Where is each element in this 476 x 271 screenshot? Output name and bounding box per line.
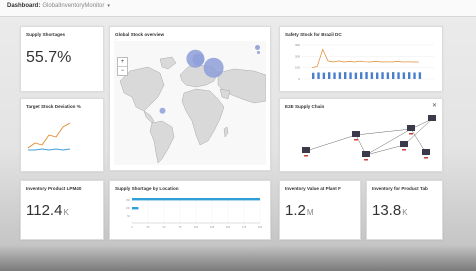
bar: [402, 72, 406, 79]
tile-title: Target Stock Deviation %: [26, 104, 81, 109]
tile-title: Supply Shortages: [26, 32, 66, 37]
dashboard-title[interactable]: Dashboard: GlobalInventoryMonitor ▾: [7, 3, 110, 9]
node-plant-icon[interactable]: [352, 131, 360, 137]
y-tick-label: 150: [126, 198, 131, 202]
world-map[interactable]: [114, 41, 266, 165]
x-tick-label: 25: [147, 225, 150, 229]
e2e-supply-chain-tile[interactable]: E2E Supply Chain ✕: [279, 98, 443, 172]
dashboard-header: Dashboard: GlobalInventoryMonitor ▾: [0, 0, 476, 17]
bar: [344, 72, 347, 79]
map-legend-swatch-large: [255, 45, 260, 50]
kpi-value: 112.4: [26, 202, 63, 219]
map-legend: [255, 45, 260, 55]
zoom-in-button[interactable]: +: [118, 58, 127, 66]
bar: [354, 72, 358, 79]
bar: [413, 72, 416, 79]
kpi-value: 1.2: [285, 202, 306, 219]
x-tick-label: 0: [131, 225, 133, 229]
y-tick-label: 50: [127, 214, 130, 218]
zoom-out-button[interactable]: −: [118, 66, 127, 75]
node-dc-icon[interactable]: [407, 125, 415, 131]
shortage-by-location-chart[interactable]: 0 25 50 75 100 125 150 175 200 150 100 50: [116, 193, 266, 235]
y-tick-label: 300: [295, 43, 300, 47]
bar: [381, 72, 384, 79]
kpi-value: 13.8: [372, 202, 402, 219]
kpi-unit: K: [63, 208, 69, 217]
bar: [349, 72, 352, 79]
bar: [322, 72, 326, 79]
bar: [370, 72, 374, 79]
bar: [392, 72, 395, 79]
map-point: [192, 53, 205, 66]
x-tick-label: 200: [258, 225, 263, 229]
tile-title: Supply Shortage by Location: [115, 186, 179, 191]
y-tick-label: 200: [295, 54, 300, 58]
location-bar: [132, 198, 260, 201]
inventory-product-tile[interactable]: Inventory Product LPM40 112.4K: [20, 180, 104, 240]
location-bar: [132, 207, 139, 210]
close-icon[interactable]: ✕: [432, 102, 437, 109]
node-dc-2-icon[interactable]: [400, 141, 408, 147]
y-tick-label: 100: [295, 66, 300, 70]
bar: [360, 72, 363, 79]
tile-title: Global Stock overview: [115, 32, 165, 37]
supply-shortage-by-location-tile[interactable]: Supply Shortage by Location 0 25 50 75 100 12…: [109, 180, 271, 240]
bar: [328, 72, 331, 79]
map-zoom-control[interactable]: + −: [117, 57, 128, 76]
tile-title: E2E Supply Chain: [285, 104, 325, 109]
map-point: [203, 57, 224, 78]
chevron-down-icon[interactable]: ▾: [107, 3, 110, 9]
bar: [317, 72, 320, 79]
x-tick-label: 75: [179, 225, 182, 229]
bar: [365, 71, 368, 79]
dashboard-name: GlobalInventoryMonitor: [42, 3, 105, 9]
bar: [338, 72, 342, 79]
tile-title: Inventory Value at Plant F: [285, 186, 341, 191]
tile-title: Inventory for Product Tab: [372, 186, 428, 191]
supply-chain-nodes: [302, 115, 436, 157]
bar: [312, 72, 315, 79]
deviation-series-line: [28, 148, 71, 151]
node-supplier-icon[interactable]: [302, 147, 310, 153]
inventory-for-product-tile[interactable]: Inventory for Product Tab 13.8K: [366, 180, 443, 240]
tile-title: Inventory Product LPM40: [26, 186, 82, 191]
target-stock-deviation-tile[interactable]: Target Stock Deviation %: [20, 98, 104, 172]
safety-stock-chart[interactable]: 0 100 200 300: [288, 41, 438, 87]
bar: [408, 72, 411, 79]
map-point: [159, 107, 166, 114]
inventory-value-tile[interactable]: Inventory Value at Plant F 1.2M: [279, 180, 361, 240]
global-stock-overview-tile[interactable]: Global Stock overview + −: [109, 26, 271, 171]
target-deviation-chart[interactable]: [27, 119, 71, 155]
bar: [333, 72, 336, 79]
supply-shortages-tile[interactable]: Supply Shortages 55.7%: [20, 26, 104, 92]
node-warehouse-icon[interactable]: [362, 151, 370, 157]
deviation-series-line: [27, 122, 71, 149]
x-tick-label: 50: [163, 225, 166, 229]
bar: [376, 72, 379, 79]
y-tick-label: 100: [126, 206, 131, 210]
y-tick-label: 0: [298, 77, 300, 81]
tile-title: Safety Stock for Brazil DC: [285, 32, 342, 37]
map-legend-swatch-small: [257, 51, 260, 54]
x-tick-label: 125: [210, 225, 215, 229]
bar: [397, 72, 400, 79]
kpi-value-container: 1.2M: [285, 202, 314, 219]
node-customer-icon[interactable]: [428, 115, 436, 121]
node-customer-2-icon[interactable]: [422, 149, 430, 155]
kpi-value-container: 112.4K: [26, 202, 69, 219]
supply-chain-network[interactable]: [286, 111, 438, 169]
dashboard-screen: Dashboard: GlobalInventoryMonitor ▾ Supply…: [0, 0, 476, 271]
safety-stock-tile[interactable]: Safety Stock for Brazil DC 0 100 200 300: [279, 26, 443, 92]
x-tick-label: 100: [194, 225, 199, 229]
bar: [418, 72, 422, 79]
x-tick-label: 150: [226, 225, 231, 229]
kpi-value-container: 13.8K: [372, 202, 408, 219]
x-tick-label: 175: [242, 225, 247, 229]
dashboard-title-label: Dashboard:: [7, 3, 41, 9]
kpi-value: 55.7%: [26, 49, 72, 66]
kpi-unit: M: [306, 208, 314, 217]
kpi-unit: K: [402, 208, 408, 217]
safety-line: [311, 48, 419, 69]
bar: [386, 72, 390, 79]
